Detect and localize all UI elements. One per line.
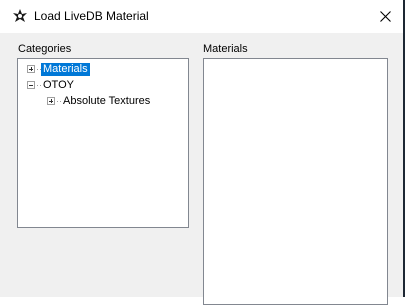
materials-label: Materials [203, 43, 248, 55]
categories-label: Categories [18, 43, 72, 55]
load-livedb-material-dialog: Load LiveDB Material Categories Material… [0, 0, 403, 305]
categories-tree[interactable]: ·· Materials ·· OTOY ·· Absolute Texture… [17, 58, 189, 228]
tree-node-absolute-textures[interactable]: ·· Absolute Textures [18, 94, 186, 109]
tree-node-label: OTOY [43, 79, 74, 91]
expand-plus-icon[interactable] [27, 65, 35, 73]
materials-list[interactable] [203, 58, 388, 305]
title-bar: Load LiveDB Material [0, 0, 403, 33]
collapse-minus-icon[interactable] [27, 81, 35, 89]
octane-logo-icon [13, 9, 27, 22]
tree-node-label: Materials [41, 63, 90, 76]
close-button[interactable] [369, 0, 401, 32]
tree-node-otoy[interactable]: ·· OTOY [18, 78, 186, 93]
window-title: Load LiveDB Material [34, 9, 149, 23]
tree-node-label: Absolute Textures [63, 95, 151, 107]
expand-plus-icon[interactable] [47, 97, 55, 105]
close-icon [379, 10, 391, 22]
tree-node-materials[interactable]: ·· Materials [18, 62, 186, 77]
